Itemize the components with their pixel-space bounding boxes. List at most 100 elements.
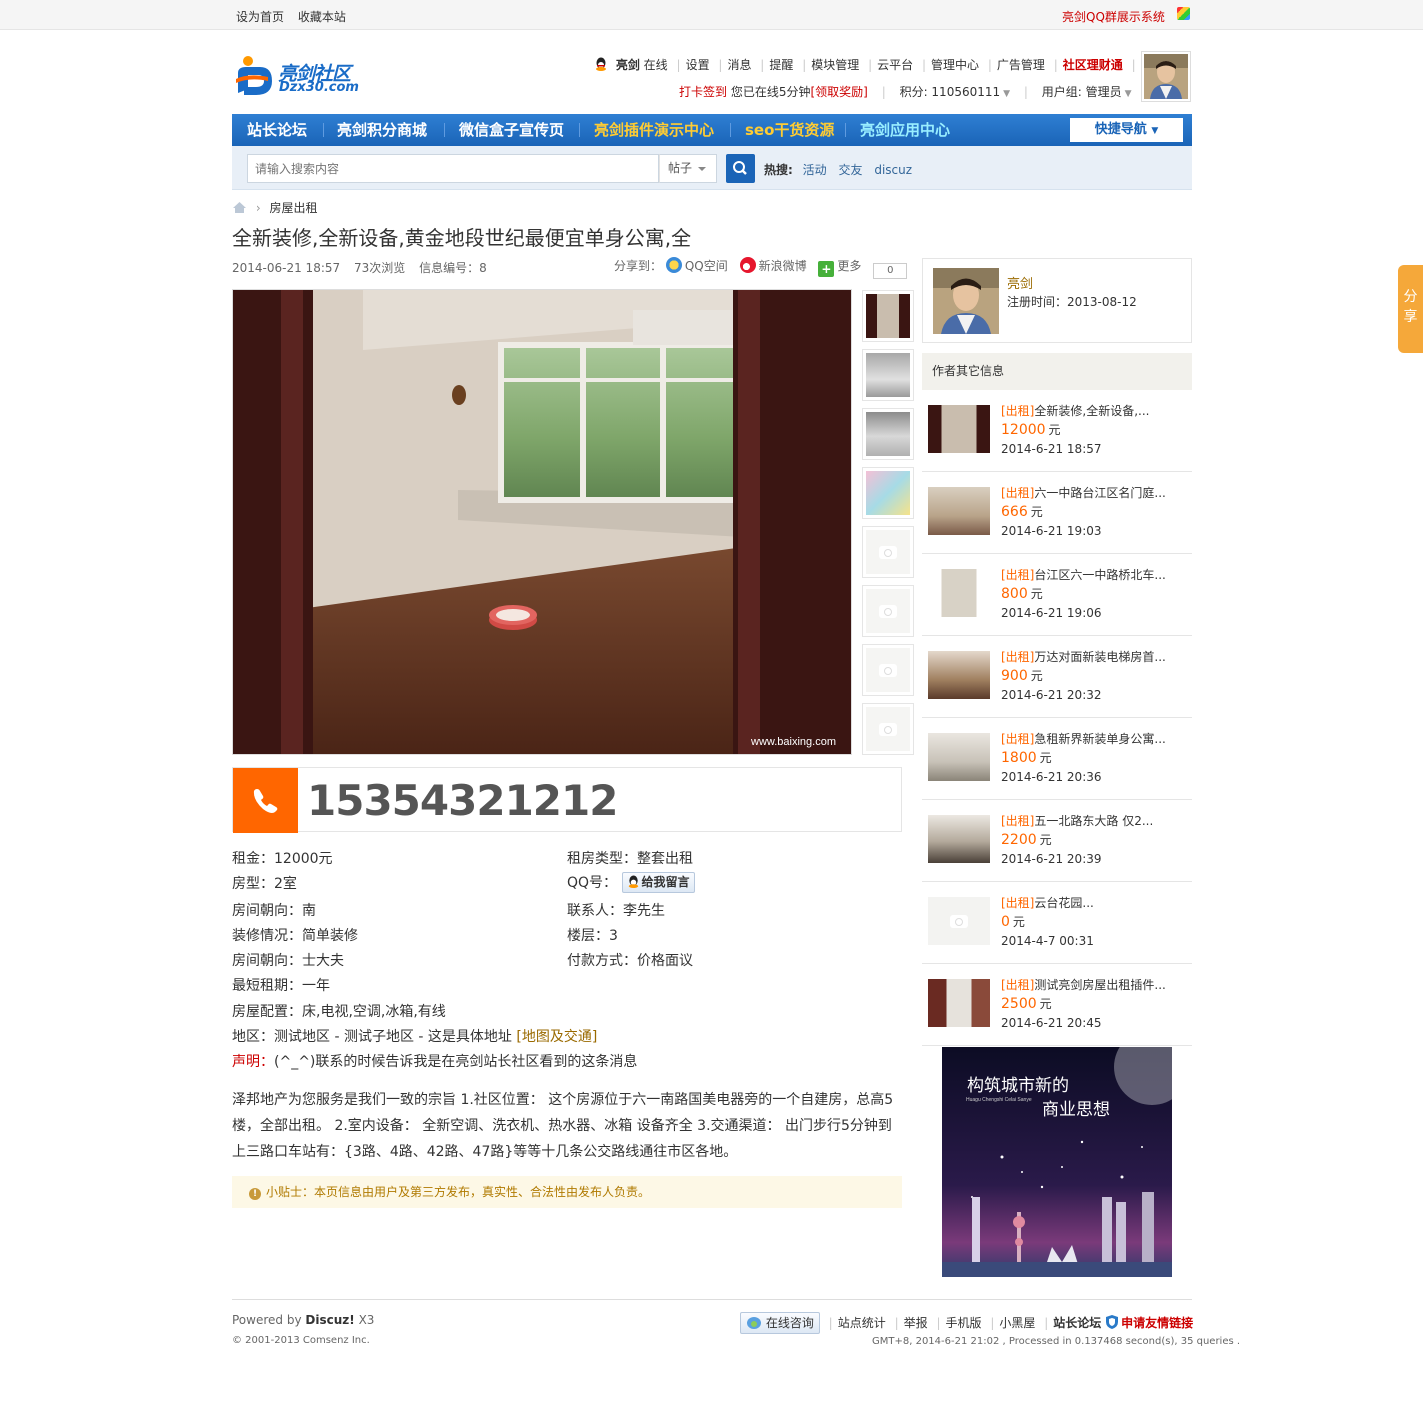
info-icon: ! [249,1188,261,1200]
chevron-down-icon: ▼ [1124,89,1132,99]
notifications-link[interactable]: 提醒 [769,58,793,72]
user-avatar[interactable] [1141,51,1191,102]
detail-rent-type: 租房类型：整套出租 [567,851,693,867]
detail-equipment: 房屋配置：床,电视,空调,冰箱,有线 [232,1004,446,1020]
footer-link-mobile[interactable]: 手机版 [946,1316,982,1330]
list-item[interactable]: [出租]测试亮剑房屋出租插件... 2500 元 2014-6-21 20:45 [922,964,1192,1046]
tip-box: ! 小贴士：本页信息由用户及第三方发布，真实性、合法性由发布人负责。 [232,1176,902,1208]
author-name[interactable]: 亮剑 [1007,273,1033,292]
comsenz-link[interactable]: © 2001-2013 Comsenz Inc. [232,1335,370,1346]
thumbnail-placeholder[interactable] [862,644,914,696]
detail-qq: QQ号： 给我留言 [567,872,695,893]
settings-link[interactable]: 设置 [686,58,710,72]
author-card: 亮剑 注册时间：2013-08-12 [922,258,1192,343]
list-item[interactable]: [出租]六一中路台江区名门庭... 666 元 2014-6-21 19:03 [922,472,1192,554]
nav-item-wechat-box[interactable]: 微信盒子宣传页 [459,114,564,146]
hot-search-keyword[interactable]: 活动 [803,163,827,177]
floating-share-tab[interactable]: 分享 [1398,265,1423,353]
nav-item-app-center[interactable]: 亮剑应用中心 [860,114,950,146]
post-title: 全新装修,全新设备,黄金地段世纪最便宜单身公寓,全 [232,226,692,250]
detail-term: 最短租期：一年 [232,978,330,994]
detail-decor: 装修情况：简单装修 [232,928,358,944]
list-item[interactable]: [出租]万达对面新装电梯房首... 900 元 2014-6-21 20:32 [922,636,1192,718]
footer-link-stats[interactable]: 站点统计 [838,1316,886,1330]
finance-link[interactable]: 社区理财通 [1063,58,1123,72]
online-status: 在线 [643,58,668,72]
search-type-select[interactable]: 帖子 [659,154,717,183]
messages-link[interactable]: 消息 [727,58,751,72]
thumbnail[interactable] [862,408,914,460]
usergroup-menu[interactable]: 用户组: 管理员 ▼ [1042,85,1132,99]
checkin-link[interactable]: 打卡签到 [679,85,727,99]
footer-link-blacklist[interactable]: 小黑屋 [999,1316,1035,1330]
ad-admin-link[interactable]: 广告管理 [997,58,1045,72]
breadcrumb-current[interactable]: 房屋出租 [269,201,317,215]
chat-bubble-icon [747,1317,761,1329]
nav-item-points-mall[interactable]: 亮剑积分商城 [337,114,427,146]
home-icon[interactable] [232,201,247,214]
detail-contact: 联系人：李先生 [567,903,665,919]
set-homepage-link[interactable]: 设为首页 [236,10,284,24]
copyright: © 2001-2013 Comsenz Inc. [232,1335,370,1346]
thumbnail[interactable] [862,290,914,342]
list-item[interactable]: [出租]全新装修,全新设备,... 12000 元 2014-6-21 18:57 [922,390,1192,472]
footer-link-forum[interactable]: 站长论坛 [1053,1316,1101,1330]
cloud-platform-link[interactable]: 云平台 [877,58,913,72]
share-weibo[interactable]: 新浪微博 [739,257,807,273]
camera-icon [950,915,968,928]
detail-notice: 声明：(^_^)联系的时候告诉我是在亮剑站长社区看到的这条消息 [232,1054,638,1070]
apps-icon[interactable] [1177,7,1190,20]
bookmark-link[interactable]: 收藏本站 [298,10,346,24]
qzone-icon [665,257,682,273]
caret-down-icon: ▼ [1151,126,1159,136]
author-avatar[interactable] [933,268,999,334]
quick-nav-button[interactable]: 快捷导航 ▼ [1070,118,1183,142]
sidebar-ad[interactable]: 构筑城市新的 Huagu Chengshi Celai Sanye 商业思想 [942,1047,1172,1277]
thumbnail[interactable] [862,467,914,519]
main-photo[interactable]: www.baixing.com [232,289,852,755]
points-menu[interactable]: 积分: 110560111 ▼ [900,85,1011,99]
detail-rent: 租金：12000元 [232,851,333,867]
map-link[interactable]: [地图及交通] [516,1029,597,1045]
breadcrumb: › 房屋出租 [232,199,317,216]
logo-mark-icon [236,56,272,95]
online-consult-button[interactable]: 在线咨询 [740,1312,820,1334]
site-logo[interactable]: 亮剑社区 Dzx30.com [232,47,362,102]
share-more[interactable]: + 更多 [818,259,861,277]
footer-link-report[interactable]: 举报 [904,1316,928,1330]
admin-center-link[interactable]: 管理中心 [931,58,979,72]
hot-search-keyword[interactable]: 交友 [838,163,862,177]
detail-room: 房型：2室 [232,876,297,892]
claim-reward-link[interactable]: [领取奖励] [810,85,867,99]
avatar-photo [1144,54,1188,99]
qq-message-button[interactable]: 给我留言 [621,872,695,893]
friend-link-apply[interactable]: 申请友情链接 [1121,1316,1193,1330]
post-info-no: 信息编号：8 [419,261,487,275]
thumbnail-placeholder[interactable] [862,526,914,578]
detail-floor: 楼层：3 [567,928,618,944]
share-label: 分享到： [614,259,663,273]
qq-group-system-link[interactable]: 亮剑QQ群展示系统 [1062,8,1165,25]
search-bar: 帖子 热搜: 活动 交友 discuz [232,146,1192,190]
search-button[interactable] [726,154,755,183]
module-admin-link[interactable]: 模块管理 [811,58,859,72]
hot-search-keyword[interactable]: discuz [874,163,912,177]
thumbnail-placeholder[interactable] [862,585,914,637]
share-qzone[interactable]: QQ空间 [665,257,728,273]
search-input[interactable] [247,154,659,183]
thumbnail[interactable] [862,349,914,401]
nav-item-plugin-demo[interactable]: 亮剑插件演示中心 [594,114,714,146]
nav-item-webmaster-forum[interactable]: 站长论坛 [247,114,307,146]
thumbnail-placeholder[interactable] [862,703,914,755]
list-item[interactable]: [出租]急租新界新装单身公寓... 1800 元 2014-6-21 20:36 [922,718,1192,800]
footer-divider [232,1299,1192,1300]
list-item[interactable]: [出租]云台花园... 0元 2014-4-7 00:31 [922,882,1192,964]
search-icon [733,161,747,175]
list-item[interactable]: [出租]台江区六一中路桥北车... 800 元 2014-6-21 19:06 [922,554,1192,636]
phone-number[interactable]: 15354321212 [307,776,618,825]
username-link[interactable]: 亮剑 [616,58,640,72]
logo-text-domain: Dzx30.com [279,80,359,95]
nav-item-seo-resources[interactable]: seo干货资源 [745,114,834,146]
discuz-link[interactable]: Discuz! [305,1313,354,1327]
list-item[interactable]: [出租]五一北路东大路 仅2... 2200 元 2014-6-21 20:39 [922,800,1192,882]
